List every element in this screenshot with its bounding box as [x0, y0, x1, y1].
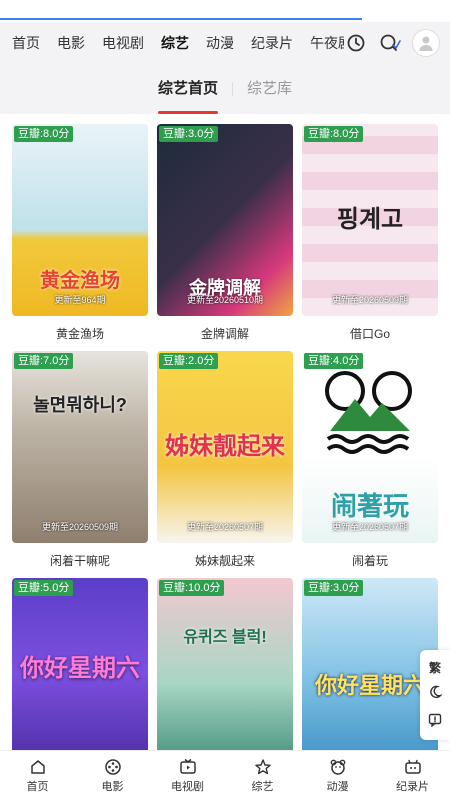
- show-title: 姊妹靓起来: [194, 554, 255, 568]
- show-card[interactable]: 豆瓣:4.0分 闹著玩 更新至20260507期 闹着玩: [302, 351, 438, 578]
- douban-score-badge: 豆瓣:4.0分: [304, 353, 364, 369]
- tv-icon: [179, 758, 196, 774]
- camera-icon: [404, 759, 421, 774]
- update-status: 更新至964期: [54, 295, 106, 305]
- bottom-nav-anime[interactable]: 动漫: [300, 751, 375, 800]
- update-status: 更新至20260507期: [186, 522, 264, 532]
- show-card[interactable]: 豆瓣:7.0分 놀면뭐하니? 更新至20260509期 闲着干嘛呢: [12, 351, 148, 578]
- show-title: 金牌调解: [200, 327, 249, 341]
- star-icon: [254, 758, 271, 774]
- douban-score-badge: 豆瓣:5.0分: [14, 580, 74, 596]
- update-status: 更新至20260509期: [331, 295, 409, 305]
- traditional-chinese-toggle[interactable]: 繁: [429, 659, 441, 676]
- tab-anime[interactable]: 动漫: [206, 33, 234, 53]
- loading-progress-bar: [0, 18, 362, 20]
- tab-documentary[interactable]: 纪录片: [251, 33, 293, 53]
- show-title: 闹着玩: [351, 554, 388, 568]
- feedback-icon[interactable]: [428, 713, 442, 732]
- poster-title-art: 你好星期六: [314, 673, 425, 698]
- dark-mode-icon[interactable]: [428, 685, 443, 704]
- poster-title-art: 놀면뭐하니?: [33, 395, 127, 415]
- bottom-nav-label: 动漫: [326, 780, 349, 793]
- poster-title-art: 黄金渔场: [40, 270, 120, 292]
- subtab-divider: [232, 82, 233, 96]
- bottom-nav: 首页 电影 电视剧 综艺 动漫 纪录片: [0, 750, 450, 800]
- tab-movies[interactable]: 电影: [57, 33, 85, 53]
- douban-score-badge: 豆瓣:8.0分: [304, 126, 364, 142]
- douban-score-badge: 豆瓣:3.0分: [159, 126, 219, 142]
- category-tabs: 首页 电影 电视剧 综艺 动漫 纪录片 午夜剧: [0, 33, 344, 53]
- poster-title-art: 你好星期六: [20, 655, 140, 682]
- bottom-nav-variety[interactable]: 综艺: [225, 751, 300, 800]
- douban-score-badge: 豆瓣:7.0分: [14, 353, 74, 369]
- tab-midnight[interactable]: 午夜剧: [310, 33, 344, 53]
- poster-image: 豆瓣:8.0分 핑계고 更新至20260509期: [302, 124, 438, 316]
- show-card[interactable]: 豆瓣:8.0分 黄金渔场 更新至964期 黄金渔场: [12, 124, 148, 351]
- bottom-nav-label: 纪录片: [396, 780, 429, 793]
- tab-tv[interactable]: 电视剧: [102, 33, 144, 53]
- top-nav: 首页 电影 电视剧 综艺 动漫 纪录片 午夜剧: [0, 22, 450, 64]
- subtab-variety-home[interactable]: 综艺首页: [158, 77, 218, 102]
- show-title: 黄金渔场: [55, 327, 104, 341]
- bear-icon: [330, 759, 345, 775]
- poster-image: 豆瓣:10.0分 유퀴즈 블럭!: [157, 578, 293, 770]
- bottom-nav-label: 电影: [101, 780, 124, 793]
- douban-score-badge: 豆瓣:8.0分: [14, 126, 74, 142]
- tab-variety[interactable]: 综艺: [161, 33, 189, 53]
- home-icon: [30, 759, 45, 774]
- show-card[interactable]: 豆瓣:2.0分 姊妹靓起来 更新至20260507期 姊妹靓起来: [157, 351, 293, 578]
- poster-image: 豆瓣:7.0分 놀면뭐하니? 更新至20260509期: [12, 351, 148, 543]
- douban-score-badge: 豆瓣:10.0分: [159, 580, 225, 596]
- update-status: 更新至20260507期: [331, 522, 409, 532]
- film-reel-icon: [104, 758, 121, 775]
- poster-image: 豆瓣:3.0分 金牌调解 更新至20260510期: [157, 124, 293, 316]
- show-title: 闲着干嘛呢: [49, 554, 110, 568]
- show-card[interactable]: 豆瓣:3.0分 金牌调解 更新至20260510期 金牌调解: [157, 124, 293, 351]
- bottom-nav-movies[interactable]: 电影: [75, 751, 150, 800]
- poster-image: 豆瓣:5.0分 你好星期六: [12, 578, 148, 770]
- poster-title-art: 유퀴즈 블럭!: [183, 629, 267, 646]
- mountain-logo-icon: [325, 371, 412, 454]
- bottom-nav-tv[interactable]: 电视剧: [150, 751, 225, 800]
- show-title: 借口Go: [349, 327, 390, 341]
- top-tools: [344, 29, 450, 57]
- poster-image: 豆瓣:4.0分 闹著玩 更新至20260507期: [302, 351, 438, 543]
- bottom-nav-documentary[interactable]: 纪录片: [375, 751, 450, 800]
- bottom-nav-label: 综艺: [251, 780, 274, 793]
- bottom-nav-home[interactable]: 首页: [0, 751, 75, 800]
- poster-title-art: 闹著玩: [330, 491, 409, 521]
- tab-home[interactable]: 首页: [12, 33, 40, 53]
- history-icon[interactable]: [344, 31, 368, 55]
- sub-tabs: 综艺首页 综艺库: [0, 64, 450, 114]
- douban-score-badge: 豆瓣:2.0分: [159, 353, 219, 369]
- bottom-nav-label: 首页: [26, 780, 49, 793]
- douban-score-badge: 豆瓣:3.0分: [304, 580, 364, 596]
- bottom-nav-label: 电视剧: [171, 780, 204, 793]
- show-card[interactable]: 豆瓣:8.0分 핑계고 更新至20260509期 借口Go: [302, 124, 438, 351]
- poster-title-art: 姊妹靓起来: [165, 433, 285, 460]
- subtab-variety-library[interactable]: 综艺库: [247, 77, 292, 102]
- poster-title-art: 핑계고: [336, 206, 404, 233]
- poster-image: 豆瓣:8.0分 黄金渔场 更新至964期: [12, 124, 148, 316]
- show-grid: 豆瓣:8.0分 黄金渔场 更新至964期 黄金渔场 豆瓣:3.0分 金牌调解 更…: [12, 124, 438, 800]
- search-icon[interactable]: [378, 31, 402, 55]
- poster-image: 豆瓣:3.0分 你好星期六: [302, 578, 438, 770]
- update-status: 更新至20260510期: [186, 295, 264, 305]
- side-toolbar: 繁: [420, 650, 450, 740]
- update-status: 更新至20260509期: [41, 522, 119, 532]
- poster-image: 豆瓣:2.0分 姊妹靓起来 更新至20260507期: [157, 351, 293, 543]
- avatar-icon[interactable]: [412, 29, 440, 57]
